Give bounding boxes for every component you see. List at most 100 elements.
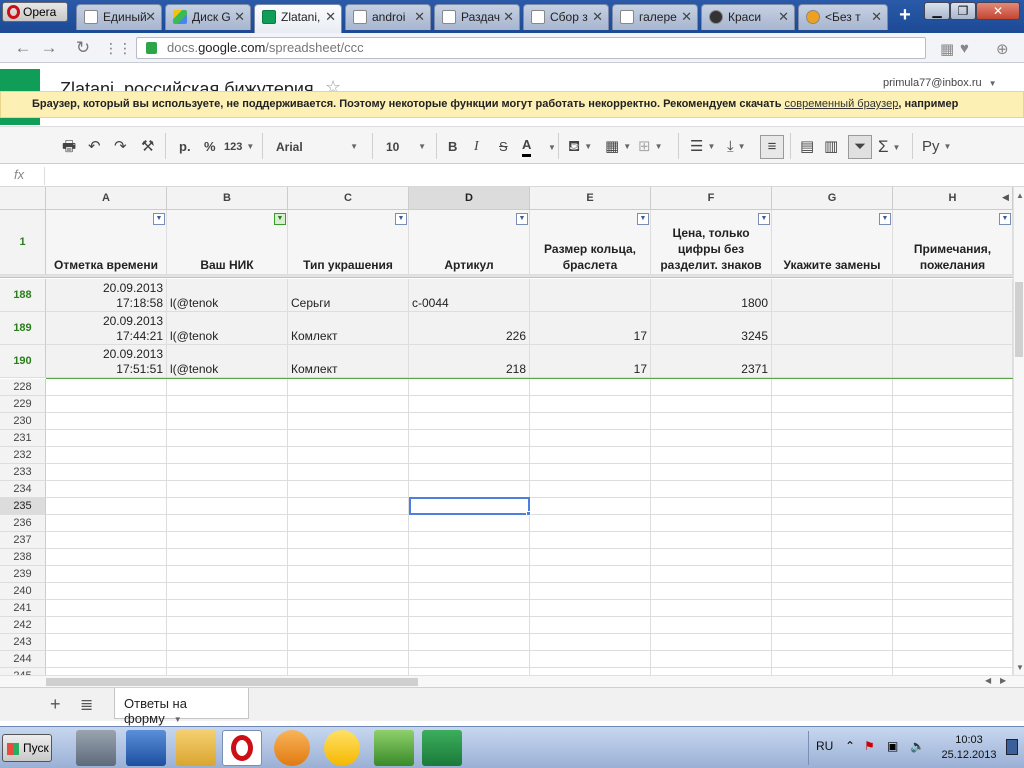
row-header[interactable]: 237 — [0, 532, 46, 549]
empty-cell[interactable] — [772, 498, 893, 515]
empty-cell[interactable] — [288, 413, 409, 430]
empty-cell[interactable] — [893, 515, 1013, 532]
empty-cell[interactable] — [651, 532, 772, 549]
empty-cell[interactable] — [651, 634, 772, 651]
opera-app-icon[interactable] — [222, 730, 262, 766]
font-size-dropdown[interactable]: 10 ▼ — [386, 137, 426, 157]
header-cell[interactable]: Ваш НИК — [167, 210, 288, 275]
close-tab-icon[interactable]: ✕ — [414, 5, 425, 29]
nickname-cell[interactable]: l(@tenok — [167, 312, 288, 345]
empty-cell[interactable] — [288, 668, 409, 675]
empty-cell[interactable] — [530, 481, 651, 498]
close-tab-icon[interactable]: ✕ — [778, 5, 789, 29]
vertical-scrollbar[interactable]: ▲ ▼ — [1013, 187, 1024, 675]
row-header[interactable]: 243 — [0, 634, 46, 651]
scroll-columns-icon[interactable]: ◀ — [1002, 192, 1009, 203]
row-header[interactable]: 230 — [0, 413, 46, 430]
header-cell[interactable]: Тип украшения — [288, 210, 409, 275]
empty-cell[interactable] — [167, 651, 288, 668]
empty-cell[interactable] — [46, 515, 167, 532]
empty-cell[interactable] — [772, 634, 893, 651]
empty-cell[interactable] — [651, 447, 772, 464]
empty-cell[interactable] — [893, 532, 1013, 549]
empty-cell[interactable] — [46, 668, 167, 675]
filter-dropdown-icon[interactable]: ▼ — [153, 213, 165, 225]
replacement-cell[interactable] — [772, 312, 893, 345]
empty-cell[interactable] — [46, 549, 167, 566]
number-format-dropdown[interactable]: 123 ▼ — [224, 137, 254, 157]
filter-dropdown-icon[interactable]: ▼ — [637, 213, 649, 225]
computer-app-icon[interactable] — [76, 730, 116, 766]
empty-cell[interactable] — [893, 379, 1013, 396]
scroll-left-icon[interactable]: ◀ — [985, 676, 991, 685]
empty-cell[interactable] — [772, 464, 893, 481]
stash-icon[interactable]: ▦ — [940, 40, 954, 58]
header-cell[interactable]: Укажите замены — [772, 210, 893, 275]
notes-cell[interactable] — [893, 279, 1013, 312]
empty-cell[interactable] — [772, 447, 893, 464]
empty-cell[interactable] — [46, 396, 167, 413]
replacement-cell[interactable] — [772, 279, 893, 312]
empty-cell[interactable] — [46, 447, 167, 464]
filter-dropdown-icon[interactable]: ▼ — [999, 213, 1011, 225]
nickname-cell[interactable]: l(@tenok — [167, 345, 288, 378]
insert-chart-icon[interactable]: ▥ — [824, 137, 838, 157]
empty-cell[interactable] — [893, 430, 1013, 447]
scroll-right-icon[interactable]: ▶ — [1000, 676, 1006, 685]
empty-cell[interactable] — [167, 481, 288, 498]
empty-cell[interactable] — [409, 634, 530, 651]
speed-dial-grid-icon[interactable]: ⋮⋮ — [104, 37, 132, 59]
maximize-window-button[interactable]: ❐ — [950, 2, 976, 20]
empty-cell[interactable] — [772, 396, 893, 413]
browser-tab[interactable]: Краси ✕ — [701, 4, 795, 30]
empty-cell[interactable] — [46, 498, 167, 515]
scroll-up-icon[interactable]: ▲ — [1016, 191, 1024, 200]
undo-icon[interactable]: ↶ — [88, 137, 101, 157]
empty-cell[interactable] — [409, 532, 530, 549]
empty-cell[interactable] — [530, 413, 651, 430]
sheet-tab-active[interactable]: Ответы на форму ▼ — [114, 688, 249, 726]
empty-cell[interactable] — [530, 430, 651, 447]
empty-cell[interactable] — [651, 668, 772, 675]
empty-cell[interactable] — [893, 651, 1013, 668]
input-tools-button[interactable]: Ру ▼ — [922, 137, 951, 157]
empty-cell[interactable] — [530, 617, 651, 634]
empty-cell[interactable] — [288, 532, 409, 549]
timestamp-cell[interactable]: 20.09.2013 17:18:58 — [46, 279, 167, 312]
frozen-row-divider[interactable] — [0, 275, 1013, 278]
column-header-h[interactable]: H — [893, 187, 1013, 210]
selected-cell[interactable] — [409, 497, 530, 515]
empty-cell[interactable] — [167, 498, 288, 515]
empty-cell[interactable] — [772, 600, 893, 617]
empty-cell[interactable] — [288, 464, 409, 481]
empty-cell[interactable] — [893, 617, 1013, 634]
empty-cell[interactable] — [893, 634, 1013, 651]
empty-cell[interactable] — [409, 651, 530, 668]
header-cell[interactable]: Примечания, пожелания — [893, 210, 1013, 275]
row-header[interactable]: 188 — [0, 279, 46, 312]
empty-cell[interactable] — [530, 566, 651, 583]
empty-cell[interactable] — [46, 583, 167, 600]
close-tab-icon[interactable]: ✕ — [681, 5, 692, 29]
print-icon[interactable]: 🖶 — [62, 137, 76, 157]
powershell-app-icon[interactable] — [126, 730, 166, 766]
empty-cell[interactable] — [893, 668, 1013, 675]
horizontal-scroll-thumb[interactable] — [46, 678, 418, 686]
action-center-icon[interactable]: ⚑ — [864, 739, 875, 753]
notes-cell[interactable] — [893, 345, 1013, 378]
empty-cell[interactable] — [893, 413, 1013, 430]
row-header[interactable]: 229 — [0, 396, 46, 413]
empty-cell[interactable] — [651, 566, 772, 583]
browser-tab[interactable]: Сбор з ✕ — [523, 4, 609, 30]
empty-cell[interactable] — [772, 617, 893, 634]
price-cell[interactable]: 3245 — [651, 312, 772, 345]
empty-cell[interactable] — [46, 634, 167, 651]
empty-cell[interactable] — [288, 481, 409, 498]
empty-cell[interactable] — [409, 668, 530, 675]
merge-cells-icon[interactable]: ⊞ ▼ — [638, 137, 663, 157]
clock[interactable]: 10:03 25.12.2013 — [940, 733, 998, 763]
price-cell[interactable]: 2371 — [651, 345, 772, 378]
close-tab-icon[interactable]: ✕ — [325, 5, 336, 29]
empty-cell[interactable] — [288, 617, 409, 634]
empty-cell[interactable] — [651, 515, 772, 532]
